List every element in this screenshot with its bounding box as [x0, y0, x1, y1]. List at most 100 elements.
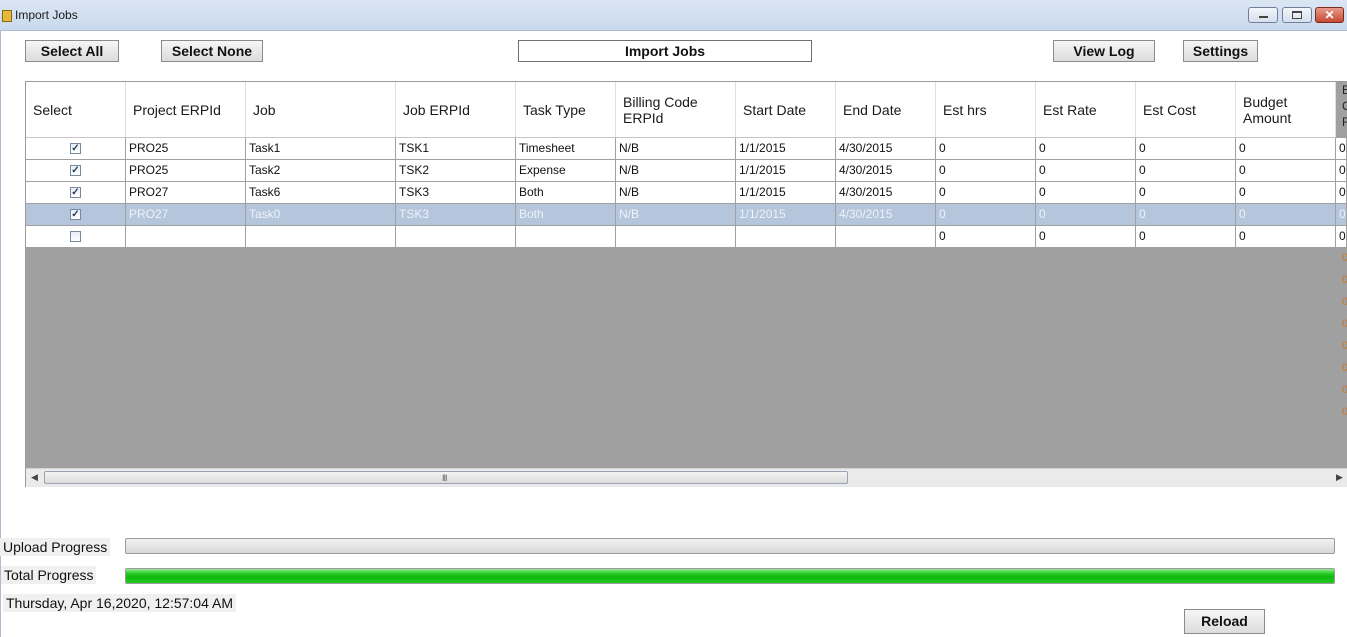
table-cell[interactable] — [736, 226, 836, 248]
table-cell[interactable]: N/B — [616, 160, 736, 182]
select-checkbox[interactable]: ✓ — [70, 209, 81, 220]
column-header[interactable]: Est hrs — [936, 82, 1036, 137]
select-cell[interactable] — [26, 226, 126, 248]
table-cell[interactable]: Both — [516, 182, 616, 204]
table-cell[interactable]: 0 — [1236, 226, 1336, 248]
table-cell[interactable]: 0 — [1236, 160, 1336, 182]
table-cell[interactable]: 0 — [1036, 226, 1136, 248]
select-cell[interactable]: ✓ — [26, 204, 126, 226]
column-header[interactable]: Billing Code ERPId — [616, 82, 736, 137]
table-row[interactable]: 00000 — [26, 226, 1347, 248]
table-row[interactable]: ✓ PRO27 Task0 TSK3 Both N/B 1/1/2015 4/30/2015 0… — [26, 204, 1347, 226]
table-cell[interactable]: 0 — [1236, 204, 1336, 226]
select-cell[interactable]: ✓ — [26, 138, 126, 160]
reload-button[interactable]: Reload — [1184, 609, 1265, 634]
jobs-grid[interactable]: Select Project ERPId Job Job ERPId Task Type… — [25, 81, 1347, 487]
maximize-button[interactable] — [1282, 7, 1312, 23]
table-cell[interactable]: 4/30/2015 — [836, 138, 936, 160]
table-cell[interactable]: TSK2 — [396, 160, 516, 182]
table-cell[interactable]: Expense — [516, 160, 616, 182]
table-cell[interactable] — [516, 226, 616, 248]
table-cell[interactable]: 4/30/2015 — [836, 182, 936, 204]
table-cell[interactable]: Both — [516, 204, 616, 226]
table-cell[interactable]: 0 — [1136, 138, 1236, 160]
horizontal-scrollbar[interactable]: ◀ III ▶ — [26, 468, 1347, 487]
table-cell[interactable]: 0 — [1136, 204, 1236, 226]
table-cell[interactable]: 0 — [936, 182, 1036, 204]
column-header[interactable]: End Date — [836, 82, 936, 137]
table-cell[interactable]: 0 — [1136, 160, 1236, 182]
table-cell[interactable]: Timesheet — [516, 138, 616, 160]
table-cell[interactable]: 0 — [1336, 204, 1347, 226]
table-cell[interactable]: Task6 — [246, 182, 396, 204]
table-cell[interactable]: 1/1/2015 — [736, 182, 836, 204]
table-cell[interactable]: 4/30/2015 — [836, 160, 936, 182]
table-cell[interactable] — [836, 226, 936, 248]
table-cell[interactable]: 0 — [1036, 160, 1136, 182]
table-cell[interactable]: 0 — [1036, 182, 1136, 204]
table-cell[interactable]: N/B — [616, 204, 736, 226]
column-header[interactable]: Project ERPId — [126, 82, 246, 137]
table-cell[interactable]: 0 — [936, 160, 1036, 182]
table-cell[interactable] — [246, 226, 396, 248]
select-checkbox[interactable]: ✓ — [70, 187, 81, 198]
table-cell[interactable] — [126, 226, 246, 248]
table-cell[interactable]: 0 — [1336, 160, 1347, 182]
table-cell[interactable] — [616, 226, 736, 248]
table-cell[interactable]: 0 — [936, 204, 1036, 226]
table-row[interactable]: ✓ PRO25 Task2 TSK2 Expense N/B 1/1/2015 4/30/20… — [26, 160, 1347, 182]
table-cell[interactable]: N/B — [616, 182, 736, 204]
table-cell[interactable]: 0 — [1236, 182, 1336, 204]
table-cell[interactable]: 0 — [1136, 182, 1236, 204]
table-cell[interactable]: PRO27 — [126, 204, 246, 226]
table-cell[interactable]: 0 — [936, 138, 1036, 160]
column-header[interactable]: Task Type — [516, 82, 616, 137]
column-header[interactable]: Est Rate — [1036, 82, 1136, 137]
table-row[interactable]: ✓ PRO25 Task1 TSK1 Timesheet N/B 1/1/2015 4/30/… — [26, 138, 1347, 160]
table-cell[interactable]: 1/1/2015 — [736, 160, 836, 182]
table-cell[interactable]: Task1 — [246, 138, 396, 160]
column-header[interactable]: Budget Amount — [1236, 82, 1336, 137]
scroll-left-icon[interactable]: ◀ — [31, 472, 38, 483]
table-cell[interactable]: Task0 — [246, 204, 396, 226]
table-cell[interactable]: 0 — [1336, 226, 1347, 248]
table-cell[interactable]: 0 — [1036, 204, 1136, 226]
settings-button[interactable]: Settings — [1183, 40, 1258, 62]
table-cell[interactable]: 1/1/2015 — [736, 138, 836, 160]
table-cell[interactable] — [396, 226, 516, 248]
select-checkbox[interactable]: ✓ — [70, 143, 81, 154]
table-cell[interactable]: TSK1 — [396, 138, 516, 160]
table-cell[interactable]: PRO27 — [126, 182, 246, 204]
table-cell[interactable]: N/B — [616, 138, 736, 160]
import-jobs-button[interactable]: Import Jobs — [518, 40, 812, 62]
table-cell[interactable]: 0 — [1236, 138, 1336, 160]
minimize-button[interactable] — [1248, 7, 1278, 23]
select-checkbox[interactable] — [70, 231, 81, 242]
table-cell[interactable]: 0 — [1336, 138, 1347, 160]
select-checkbox[interactable]: ✓ — [70, 165, 81, 176]
table-cell[interactable]: 0 — [1336, 182, 1347, 204]
table-cell[interactable]: Task2 — [246, 160, 396, 182]
table-cell[interactable]: TSK3 — [396, 182, 516, 204]
column-header[interactable]: Job ERPId — [396, 82, 516, 137]
close-button[interactable]: ✕ — [1315, 7, 1344, 23]
column-header[interactable]: Est Cost — [1136, 82, 1236, 137]
select-cell[interactable]: ✓ — [26, 182, 126, 204]
column-header[interactable]: Select — [26, 82, 126, 137]
table-cell[interactable]: TSK3 — [396, 204, 516, 226]
table-cell[interactable]: 0 — [936, 226, 1036, 248]
select-cell[interactable]: ✓ — [26, 160, 126, 182]
scroll-right-icon[interactable]: ▶ — [1336, 472, 1343, 483]
table-cell[interactable]: PRO25 — [126, 160, 246, 182]
select-all-button[interactable]: Select All — [25, 40, 119, 62]
table-cell[interactable]: PRO25 — [126, 138, 246, 160]
table-cell[interactable]: 0 — [1136, 226, 1236, 248]
table-row[interactable]: ✓ PRO27 Task6 TSK3 Both N/B 1/1/2015 4/30/2015 0… — [26, 182, 1347, 204]
table-cell[interactable]: 0 — [1036, 138, 1136, 160]
view-log-button[interactable]: View Log — [1053, 40, 1155, 62]
select-none-button[interactable]: Select None — [161, 40, 263, 62]
table-cell[interactable]: 4/30/2015 — [836, 204, 936, 226]
column-header[interactable]: Job — [246, 82, 396, 137]
table-cell[interactable]: 1/1/2015 — [736, 204, 836, 226]
column-header[interactable]: Start Date — [736, 82, 836, 137]
